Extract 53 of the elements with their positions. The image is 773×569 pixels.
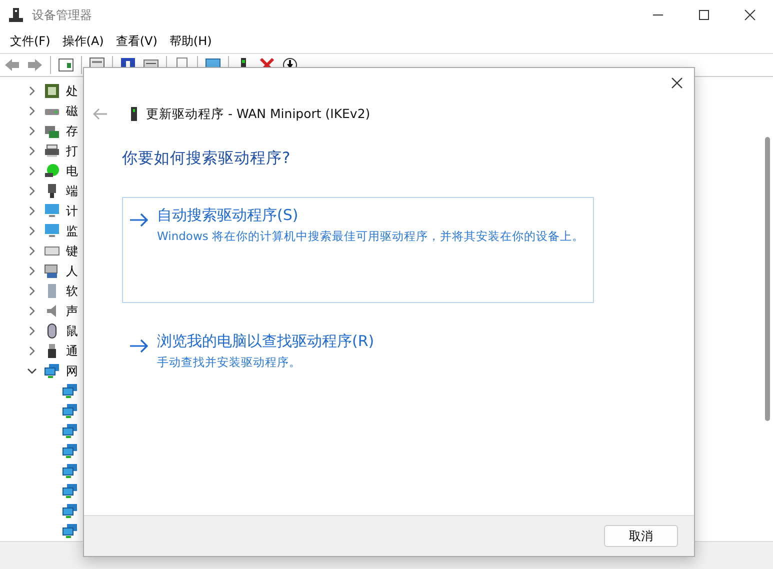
tree-item[interactable]: 软: [66, 282, 78, 300]
network-icon: [62, 383, 78, 400]
option-description: 手动查找并安装驱动程序。: [157, 355, 302, 370]
tree-item[interactable]: 监: [66, 222, 78, 240]
printer-icon: [44, 143, 60, 160]
tree-item[interactable]: 计: [66, 202, 78, 220]
back-arrow-icon[interactable]: [92, 107, 108, 121]
storage-icon: [44, 123, 60, 140]
monitor-icon: [44, 223, 60, 240]
device-icon: [130, 107, 138, 121]
tree-item[interactable]: 端: [66, 182, 78, 200]
tree-item[interactable]: 网: [66, 362, 78, 380]
tree-item[interactable]: 存: [66, 122, 78, 140]
tree-item[interactable]: 磁: [66, 102, 78, 120]
panel-icon[interactable]: [58, 57, 74, 74]
network-icon: [62, 483, 78, 500]
tree-item[interactable]: 声: [66, 302, 78, 320]
network-icon: [62, 523, 78, 540]
option-card[interactable]: 自动搜索驱动程序(S) Windows 将在你的计算机中搜索最佳可用驱动程序，并将其安装在你的设备上。: [122, 197, 594, 303]
hid-icon: [44, 263, 60, 280]
tree-item[interactable]: 处: [66, 82, 78, 100]
menu-item[interactable]: 查看(V): [110, 32, 164, 50]
menu-item[interactable]: 文件(F): [4, 32, 56, 50]
arrow-icon: [129, 212, 149, 228]
tree-item[interactable]: 打: [66, 142, 78, 160]
tree-item[interactable]: 通: [66, 342, 78, 360]
cpu-icon: [44, 83, 60, 100]
option-description: Windows 将在你的计算机中搜索最佳可用驱动程序，并将其安装在你的设备上。: [157, 229, 584, 244]
cancel-button[interactable]: 取消: [604, 525, 678, 547]
tree-item[interactable]: 电: [66, 162, 78, 180]
network-icon: [62, 443, 78, 460]
tree-item[interactable]: 鼠: [66, 322, 78, 340]
tree-item[interactable]: 键: [66, 242, 78, 260]
option-label: 自动搜索驱动程序(S): [157, 206, 300, 225]
forward-icon[interactable]: [27, 57, 43, 74]
back-icon[interactable]: [4, 57, 20, 74]
scrollbar[interactable]: [765, 137, 770, 422]
device-manager-icon: [8, 7, 24, 23]
dialog-heading: 你要如何搜索驱动程序?: [122, 148, 292, 169]
menu-item[interactable]: 操作(A): [56, 32, 110, 50]
network-icon: [62, 403, 78, 420]
arrow-icon: [129, 338, 149, 354]
dialog-title: 更新驱动程序 - WAN Miniport (IKEv2): [146, 106, 370, 122]
option-card[interactable]: 浏览我的电脑以查找驱动程序(R) 手动查找并安装驱动程序。: [122, 323, 594, 429]
computer-icon: [44, 203, 60, 220]
network-icon: [62, 463, 78, 480]
option-label: 浏览我的电脑以查找驱动程序(R): [157, 332, 374, 351]
window-title: 设备管理器: [32, 6, 92, 24]
tree-item[interactable]: 人: [66, 262, 78, 280]
menu-item[interactable]: 帮助(H): [163, 32, 218, 50]
network-icon: [44, 363, 60, 380]
network-icon: [62, 503, 78, 520]
network-icon: [62, 423, 78, 440]
